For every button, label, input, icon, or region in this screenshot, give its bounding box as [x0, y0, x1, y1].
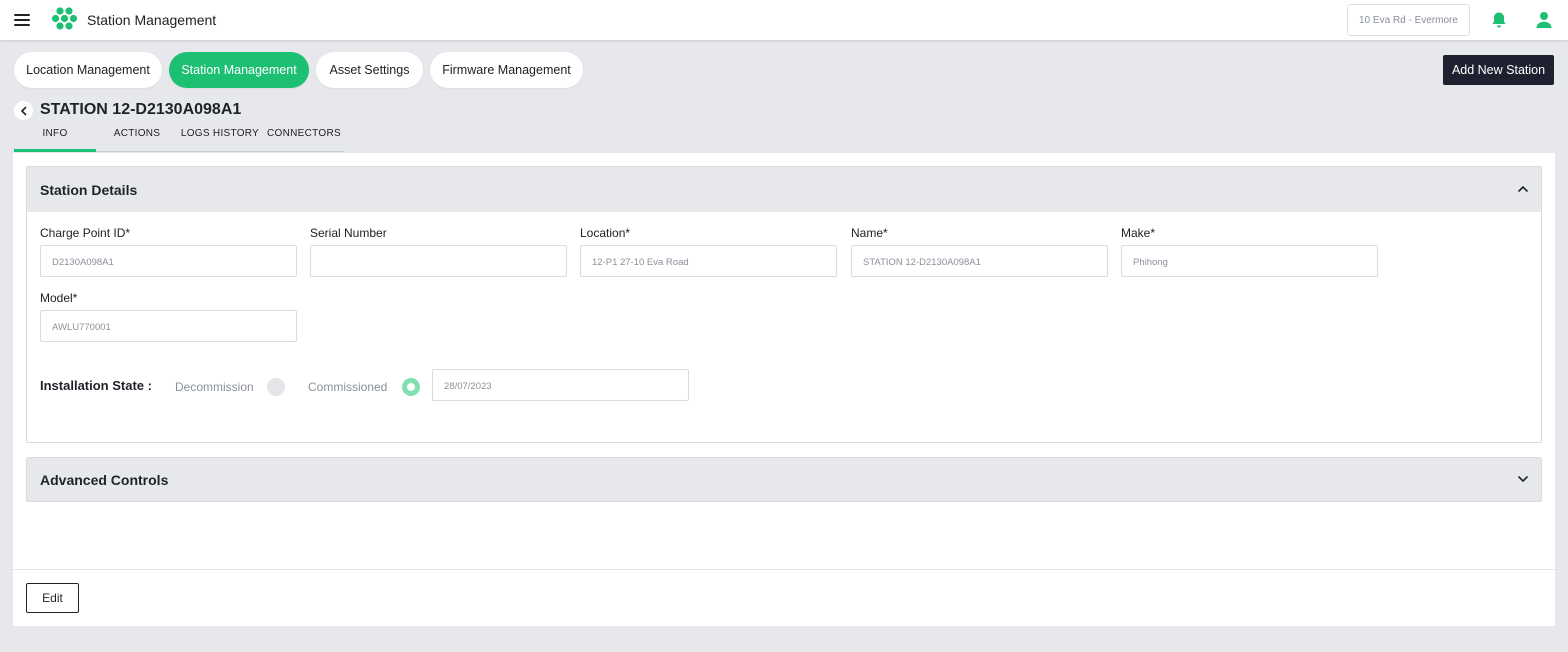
tab-info[interactable]: INFO [14, 128, 96, 152]
advanced-controls-panel: Advanced Controls [26, 457, 1542, 502]
location-field[interactable]: 12-P1 27-10 Eva Road [580, 245, 837, 277]
menu-icon[interactable] [14, 12, 32, 28]
location-label: Location* [580, 226, 631, 240]
add-new-station-button[interactable]: Add New Station [1443, 55, 1554, 85]
serial-number-field[interactable] [310, 245, 567, 277]
tab-logs-history[interactable]: LOGS HISTORY [178, 128, 262, 152]
tab-connectors[interactable]: CONNECTORS [266, 128, 342, 152]
charge-point-id-field[interactable]: D2130A098A1 [40, 245, 297, 277]
decommission-label: Decommission [175, 380, 254, 394]
logo-icon [51, 7, 78, 30]
commissioned-label: Commissioned [308, 380, 388, 394]
advanced-controls-header[interactable]: Advanced Controls [27, 458, 1541, 501]
commissioned-radio[interactable] [402, 378, 420, 396]
installation-state-label: Installation State : [40, 378, 152, 393]
back-button[interactable] [14, 101, 33, 120]
model-field[interactable]: AWLU770001 [40, 310, 297, 342]
pill-location-management[interactable]: Location Management [14, 52, 162, 88]
charge-point-id-label: Charge Point ID* [40, 226, 131, 240]
station-info-card: Station Details Charge Point ID* D2130A0… [13, 153, 1555, 626]
station-details-panel: Station Details Charge Point ID* D2130A0… [26, 166, 1542, 443]
decommission-radio[interactable] [267, 378, 285, 396]
pill-firmware-management[interactable]: Firmware Management [430, 52, 583, 88]
station-details-title: Station Details [40, 181, 138, 198]
advanced-controls-title: Advanced Controls [40, 471, 169, 488]
pill-asset-settings[interactable]: Asset Settings [316, 52, 423, 88]
make-label: Make* [1121, 226, 1156, 240]
serial-number-label: Serial Number [310, 226, 387, 240]
app-title: Station Management [87, 12, 217, 28]
top-bar: Station Management 10 Eva Rd - Evermore [0, 0, 1568, 40]
bell-icon[interactable] [1490, 11, 1508, 29]
tab-actions[interactable]: ACTIONS [102, 128, 172, 152]
user-icon[interactable] [1535, 11, 1553, 29]
name-field[interactable]: STATION 12-D2130A098A1 [851, 245, 1108, 277]
pill-station-management[interactable]: Station Management [169, 52, 309, 88]
chevron-up-icon[interactable] [1517, 183, 1529, 195]
commission-date-field[interactable]: 28/07/2023 [432, 369, 689, 401]
station-title: STATION 12-D2130A098A1 [40, 101, 242, 118]
make-field[interactable]: Phihong [1121, 245, 1378, 277]
location-selector[interactable]: 10 Eva Rd - Evermore [1347, 4, 1470, 36]
name-label: Name* [851, 226, 888, 240]
edit-button[interactable]: Edit [26, 583, 79, 613]
footer-divider [13, 569, 1555, 570]
model-label: Model* [40, 291, 78, 305]
station-details-header[interactable]: Station Details [27, 167, 1541, 212]
chevron-down-icon[interactable] [1517, 473, 1529, 485]
chevron-left-icon [20, 106, 26, 115]
